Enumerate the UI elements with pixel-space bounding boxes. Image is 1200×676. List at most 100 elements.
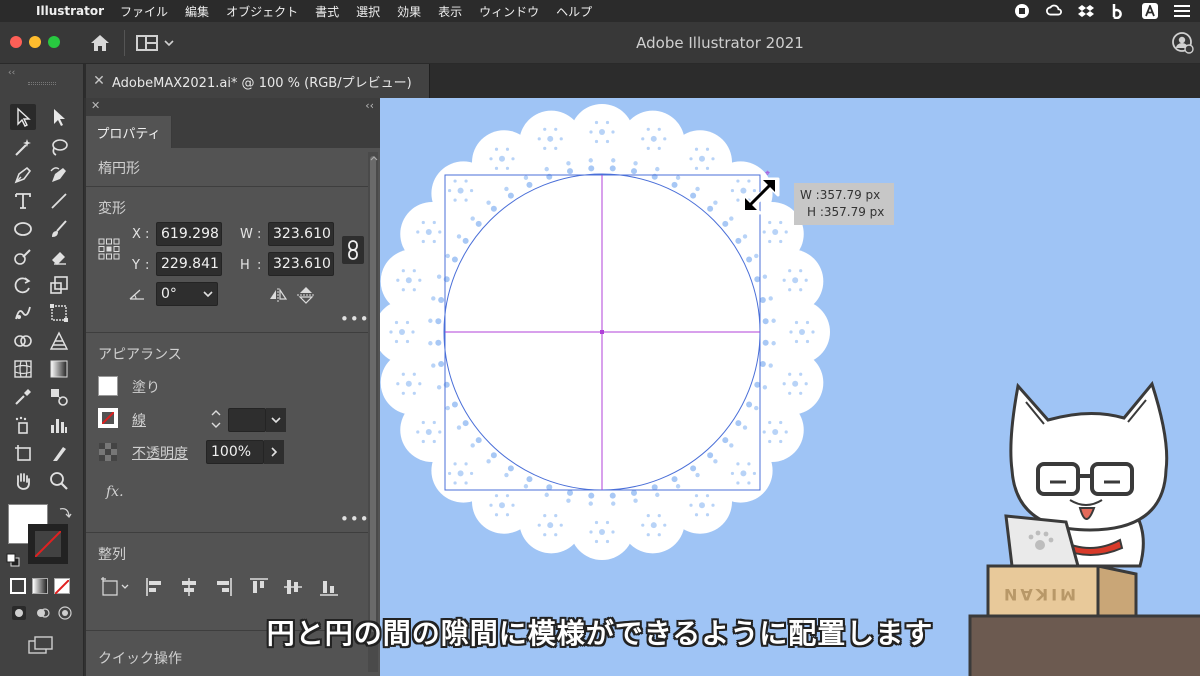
zoom-tool[interactable]	[46, 468, 72, 494]
perspective-grid-tool[interactable]	[46, 328, 72, 354]
align-horizontal-center-button[interactable]	[178, 576, 200, 598]
toolbar-collapse-icon[interactable]: ‹‹	[8, 68, 15, 78]
toolbar-grip[interactable]	[28, 82, 56, 85]
stroke-color-swatch[interactable]	[98, 408, 118, 428]
opacity-slider-button[interactable]	[264, 440, 284, 464]
opacity-input[interactable]: 100%	[206, 440, 264, 464]
column-graph-tool[interactable]	[46, 412, 72, 438]
align-to-icon	[101, 577, 129, 596]
reference-point-icon[interactable]	[98, 238, 120, 260]
menu-view[interactable]: 表示	[438, 3, 462, 20]
hand-tool[interactable]	[10, 468, 36, 494]
y-input[interactable]: 229.841	[156, 252, 222, 276]
align-to-selection-dropdown[interactable]	[100, 576, 132, 598]
align-right-button[interactable]	[212, 576, 234, 598]
none-mode-button[interactable]	[54, 578, 70, 595]
artboard-canvas[interactable]: ⌖ MIKAN	[380, 98, 1200, 676]
fill-label[interactable]: 塗り	[132, 377, 160, 397]
x-label: X	[132, 227, 141, 242]
ellipse-icon	[14, 222, 32, 236]
align-left-button[interactable]	[144, 576, 166, 598]
close-panel-icon[interactable]: ✕	[91, 99, 100, 112]
align-vertical-center-button[interactable]	[282, 576, 304, 598]
transform-more-options[interactable]: •••	[340, 310, 370, 328]
stroke-weight-stepper[interactable]	[206, 406, 226, 432]
flip-vertical-button[interactable]	[296, 286, 316, 304]
align-horizontal-center-icon	[182, 578, 196, 596]
fill-color-swatch[interactable]	[98, 376, 118, 396]
panel-scrollbar[interactable]	[370, 156, 376, 632]
ellipse-tool[interactable]	[10, 216, 36, 242]
b-app-icon[interactable]	[1110, 3, 1126, 19]
h-input[interactable]: 323.610	[268, 252, 334, 276]
eyedropper-tool[interactable]	[10, 384, 36, 410]
menu-type[interactable]: 書式	[315, 3, 339, 20]
shape-builder-tool[interactable]	[10, 328, 36, 354]
dropbox-icon[interactable]	[1078, 3, 1094, 19]
tab-properties[interactable]: プロパティ	[86, 116, 172, 148]
collapse-panel-icon[interactable]: ‹‹	[365, 99, 374, 112]
fx-effects-button[interactable]: fx.	[106, 484, 124, 500]
creative-cloud-icon[interactable]	[1046, 3, 1062, 19]
opacity-label[interactable]: 不透明度	[132, 443, 188, 463]
warp-tool[interactable]	[10, 300, 36, 326]
blend-tool[interactable]	[46, 384, 72, 410]
record-icon[interactable]	[1014, 3, 1030, 19]
stroke-weight-input[interactable]	[228, 408, 266, 432]
menu-select[interactable]: 選択	[356, 3, 380, 20]
menu-object[interactable]: オブジェクト	[226, 3, 298, 20]
constrain-proportions-button[interactable]	[342, 236, 364, 264]
paintbrush-tool[interactable]	[46, 216, 72, 242]
appearance-more-options[interactable]: •••	[340, 510, 370, 528]
rotate-tool[interactable]	[10, 272, 36, 298]
tab-document[interactable]: ✕ AdobeMAX2021.ai* @ 100 % (RGB/プレビュー)	[86, 64, 430, 98]
free-transform-tool[interactable]	[46, 300, 72, 326]
stroke-label[interactable]: 線	[132, 410, 146, 430]
menu-edit[interactable]: 編集	[185, 3, 209, 20]
direct-selection-tool[interactable]	[46, 104, 72, 130]
eraser-tool[interactable]	[46, 244, 72, 270]
artwork[interactable]: ⌖	[380, 98, 1200, 676]
rotate-dropdown[interactable]	[198, 283, 218, 305]
swap-fill-stroke-icon[interactable]	[58, 504, 72, 519]
artboard-tool[interactable]	[10, 440, 36, 466]
center-point[interactable]	[600, 330, 604, 334]
scale-tool[interactable]	[46, 272, 72, 298]
menu-help[interactable]: ヘルプ	[556, 3, 592, 20]
mesh-tool[interactable]	[10, 356, 36, 382]
input-method-icon[interactable]	[1142, 3, 1158, 19]
menu-file[interactable]: ファイル	[120, 3, 168, 20]
default-fill-stroke-icon[interactable]	[6, 552, 20, 567]
x-input[interactable]: 619.298	[156, 222, 222, 246]
menu-app-name[interactable]: Illustrator	[36, 4, 104, 18]
align-bottom-button[interactable]	[318, 576, 340, 598]
control-center-icon[interactable]	[1174, 3, 1190, 19]
user-account-icon[interactable]	[1172, 32, 1194, 54]
slice-tool[interactable]	[46, 440, 72, 466]
type-tool[interactable]	[10, 188, 36, 214]
pen-tool[interactable]	[10, 162, 36, 188]
stroke-swatch[interactable]	[28, 524, 68, 564]
align-top-button[interactable]	[248, 576, 270, 598]
curvature-tool[interactable]	[46, 162, 72, 188]
menu-effect[interactable]: 効果	[397, 3, 421, 20]
flip-horizontal-button[interactable]	[268, 287, 288, 303]
color-mode-button[interactable]	[10, 578, 26, 594]
lasso-tool[interactable]	[46, 134, 72, 160]
curvature-pen-icon	[50, 167, 66, 182]
menu-window[interactable]: ウィンドウ	[479, 3, 539, 20]
magic-wand-tool[interactable]	[10, 134, 36, 160]
stroke-weight-dropdown[interactable]	[266, 408, 286, 432]
gradient-tool[interactable]	[46, 356, 72, 382]
w-input[interactable]: 323.610	[268, 222, 334, 246]
symbol-sprayer-tool[interactable]	[10, 412, 36, 438]
shaper-tool[interactable]	[10, 244, 36, 270]
selection-tool[interactable]	[10, 104, 36, 130]
pen-icon	[14, 166, 32, 184]
gradient-mode-button[interactable]	[32, 578, 48, 594]
line-segment-tool[interactable]	[46, 188, 72, 214]
warp-icon	[15, 306, 31, 320]
close-tab-icon[interactable]: ✕	[86, 73, 112, 89]
scroll-up-icon[interactable]	[368, 148, 380, 161]
divider	[86, 332, 368, 333]
